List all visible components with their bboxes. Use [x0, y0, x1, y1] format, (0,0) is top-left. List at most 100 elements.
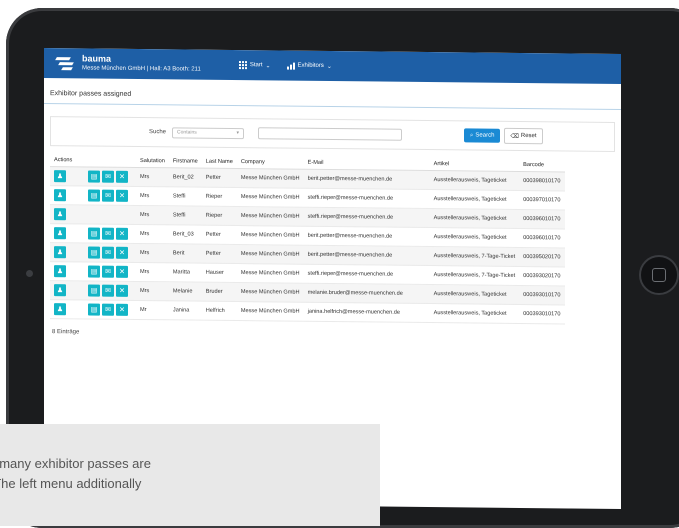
caption-line-2: p. The left menu additionally — [0, 476, 142, 491]
cell-salutation: Mrs — [136, 243, 169, 263]
cell-company: Messe München GmbH — [236, 263, 304, 284]
delete-icon[interactable]: ✕ — [116, 227, 128, 240]
pdf-icon[interactable]: ▤ — [88, 246, 100, 259]
row-actions: ♟ — [50, 204, 136, 225]
cell-lastname: Hauser — [201, 263, 237, 283]
cell-company: Messe München GmbH — [236, 244, 304, 265]
cell-barcode: 000397010170 — [519, 190, 565, 210]
entries-count: 8 Einträge — [52, 329, 80, 336]
cell-firstname: Berit — [168, 243, 202, 264]
nav-start[interactable]: Start ⌄ — [238, 61, 271, 70]
cell-email: steffi.rieper@messe-muenchen.de — [303, 188, 430, 209]
passes-table: Actions Salutation Firstname Last Name C… — [50, 154, 565, 324]
search-button[interactable]: ⌕ Search — [464, 128, 501, 143]
bar-chart-icon — [286, 62, 295, 70]
reset-button[interactable]: ⌫ Reset — [504, 127, 543, 145]
cell-firstname: Steffi — [168, 186, 202, 207]
cell-email: berit.petter@messe-muenchen.de — [303, 226, 430, 247]
cell-salutation: Mr — [136, 300, 169, 320]
user-icon[interactable]: ♟ — [54, 189, 66, 202]
cell-email: berit.petter@messe-muenchen.de — [303, 245, 430, 266]
delete-icon[interactable]: ✕ — [116, 189, 128, 202]
col-lastname: Last Name — [201, 155, 237, 169]
pdf-icon[interactable]: ▤ — [88, 170, 100, 183]
user-icon[interactable]: ♟ — [54, 303, 66, 316]
user-icon[interactable]: ♟ — [54, 246, 66, 259]
eraser-icon: ⌫ — [510, 133, 519, 140]
row-actions: ♟ ▤ ✉ ✕ — [50, 242, 136, 263]
cell-artikel: Ausstellerausweis, Tageticket — [429, 227, 520, 248]
home-button[interactable] — [639, 255, 679, 295]
cell-email: steffi.rieper@messe-muenchen.de — [303, 207, 430, 228]
chevron-down-icon: ⌄ — [265, 62, 271, 69]
search-button-label: Search — [475, 132, 495, 139]
user-icon[interactable]: ♟ — [54, 208, 66, 221]
cell-lastname: Helfrich — [201, 301, 237, 321]
cell-artikel: Ausstellerausweis, Tageticket — [429, 189, 520, 210]
cell-company: Messe München GmbH — [236, 187, 304, 208]
user-icon[interactable]: ♟ — [54, 170, 66, 183]
camera-dot — [26, 270, 33, 277]
cell-firstname: Maritta — [168, 262, 202, 283]
cell-barcode: 000396010170 — [519, 209, 565, 229]
cell-lastname: Petter — [201, 168, 237, 188]
pdf-icon[interactable]: ▤ — [88, 189, 100, 202]
cell-lastname: Bruder — [201, 282, 237, 302]
cell-email: melanie.bruder@messe-muenchen.de — [303, 283, 430, 304]
match-mode-select[interactable]: Contains ▾ — [172, 126, 245, 139]
main-nav: Start ⌄ Exhibitors ⌄ — [238, 61, 332, 70]
caret-down-icon: ▾ — [236, 130, 240, 137]
col-barcode: Barcode — [519, 158, 565, 172]
pdf-icon[interactable]: ▤ — [88, 265, 100, 278]
cell-artikel: Ausstellerausweis, Tageticket — [429, 208, 520, 229]
cell-salutation: Mrs — [136, 186, 169, 206]
cell-artikel: Ausstellerausweis, 7-Tage-Ticket — [429, 246, 520, 267]
cell-barcode: 000396010170 — [519, 228, 565, 248]
match-mode-value: Contains — [177, 129, 197, 136]
chevron-down-icon: ⌄ — [326, 63, 332, 70]
search-input[interactable] — [258, 127, 403, 141]
pdf-icon[interactable]: ▤ — [88, 227, 100, 240]
search-panel: Suche Contains ▾ ⌕ Search ⌫ Reset — [50, 116, 615, 152]
col-actions: Actions — [50, 154, 136, 168]
pdf-icon[interactable]: ▤ — [88, 303, 100, 316]
nav-exhibitors[interactable]: Exhibitors ⌄ — [286, 62, 332, 70]
col-salutation: Salutation — [136, 154, 169, 168]
mail-icon[interactable]: ✉ — [102, 170, 114, 183]
row-actions: ♟ ▤ ✉ ✕ — [50, 299, 136, 320]
user-icon[interactable]: ♟ — [54, 284, 66, 297]
mail-icon[interactable]: ✉ — [102, 284, 114, 297]
cell-salutation: Mrs — [136, 205, 169, 225]
row-actions: ♟ ▤ ✉ ✕ — [50, 166, 136, 187]
delete-icon[interactable]: ✕ — [116, 303, 128, 316]
grid-icon — [238, 61, 247, 70]
col-firstname: Firstname — [168, 155, 202, 169]
row-actions: ♟ ▤ ✉ ✕ — [50, 185, 136, 206]
delete-icon[interactable]: ✕ — [116, 265, 128, 278]
cell-salutation: Mrs — [136, 262, 169, 282]
cell-lastname: Rieper — [201, 206, 237, 226]
cell-lastname: Petter — [201, 244, 237, 264]
mail-icon[interactable]: ✉ — [102, 265, 114, 278]
delete-icon[interactable]: ✕ — [116, 170, 128, 183]
cell-email: berit.petter@messe-muenchen.de — [303, 169, 430, 190]
row-actions: ♟ ▤ ✉ ✕ — [50, 280, 136, 301]
cell-barcode: 000393010170 — [519, 304, 565, 324]
mail-icon[interactable]: ✉ — [102, 246, 114, 259]
mail-icon[interactable]: ✉ — [102, 189, 114, 202]
mail-icon[interactable]: ✉ — [102, 227, 114, 240]
messe-logo-icon — [54, 54, 76, 72]
delete-icon[interactable]: ✕ — [116, 246, 128, 259]
mail-icon[interactable]: ✉ — [102, 303, 114, 316]
delete-icon[interactable]: ✕ — [116, 284, 128, 297]
app-name: bauma — [82, 53, 112, 65]
pdf-icon[interactable]: ▤ — [88, 284, 100, 297]
magnifier-icon: ⌕ — [470, 131, 474, 138]
user-icon[interactable]: ♟ — [54, 227, 66, 240]
caption-overlay: ow many exhibitor passes are p. The left… — [0, 424, 380, 526]
cell-artikel: Ausstellerausweis, Tageticket — [429, 284, 520, 305]
cell-artikel: Ausstellerausweis, Tageticket — [429, 170, 520, 191]
caption-line-1: ow many exhibitor passes are — [0, 456, 151, 471]
cell-email: janina.helfrich@messe-muenchen.de — [303, 302, 430, 323]
user-icon[interactable]: ♟ — [54, 265, 66, 278]
